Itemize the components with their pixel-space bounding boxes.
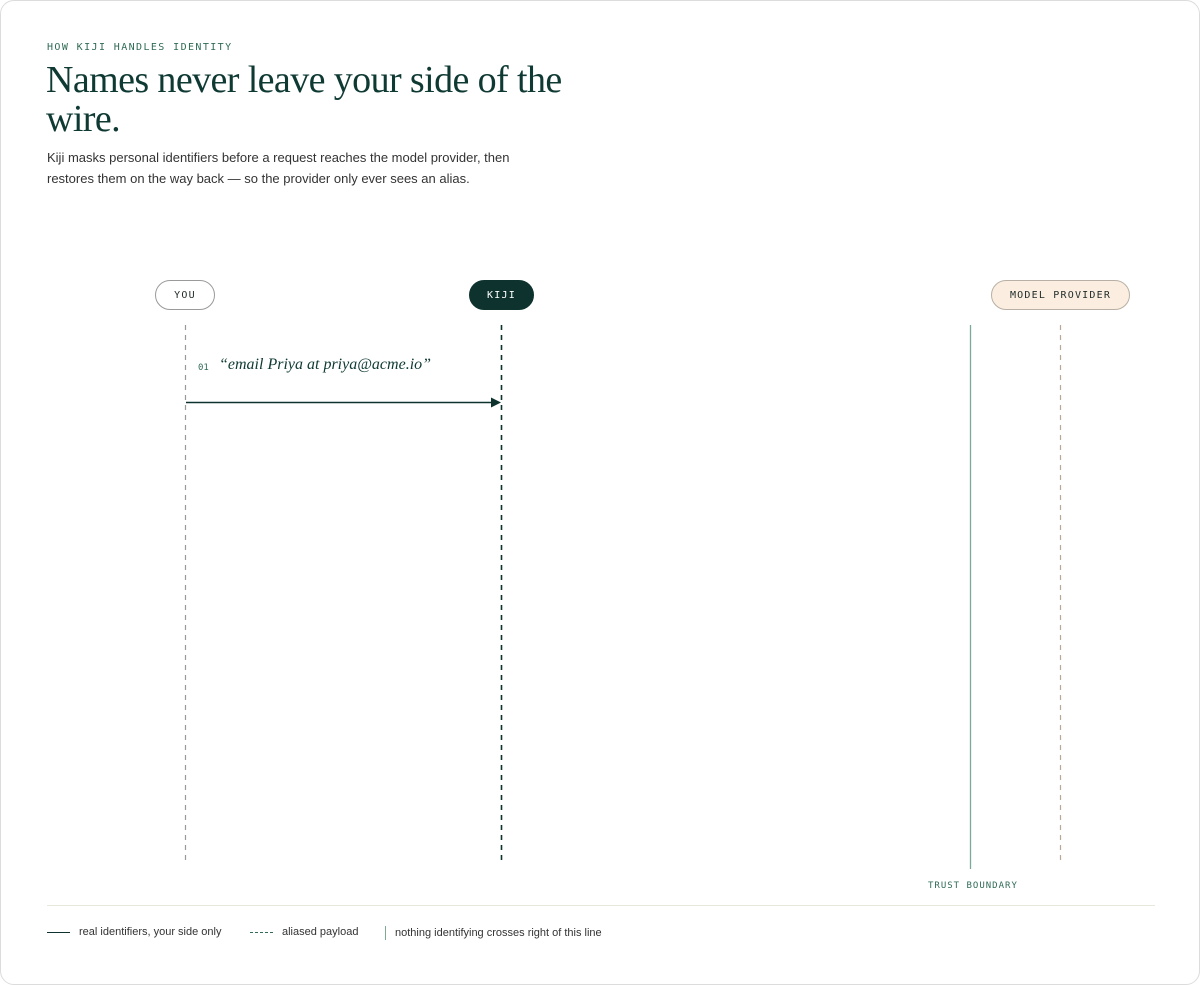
dashed-line-swatch <box>250 931 273 933</box>
actor-model-provider: MODEL PROVIDER <box>991 280 1130 310</box>
legend-item-real: real identifiers, your side only <box>47 926 221 938</box>
solid-line-swatch <box>47 931 70 933</box>
actor-you: YOU <box>155 280 215 310</box>
sequence-diagram <box>184 325 1062 869</box>
legend-item-boundary: nothing identifying crosses right of thi… <box>385 926 602 940</box>
legend-label-real: real identifiers, your side only <box>79 926 222 938</box>
legend-item-aliased: aliased payload <box>250 926 358 938</box>
legend-label-aliased: aliased payload <box>282 926 359 938</box>
diagram-card: HOW KIJI HANDLES IDENTITY Names never le… <box>0 0 1200 985</box>
legend-divider <box>47 905 1155 906</box>
step-message: “email Priya at priya@acme.io” <box>219 356 432 373</box>
step-number: 01 <box>198 363 209 373</box>
actor-kiji: KIJI <box>469 280 534 310</box>
boundary-line-swatch <box>385 926 386 940</box>
trust-boundary-label: TRUST BOUNDARY <box>928 881 1018 891</box>
message-arrowhead-01 <box>491 397 501 408</box>
legend-label-boundary: nothing identifying crosses right of thi… <box>395 927 602 939</box>
